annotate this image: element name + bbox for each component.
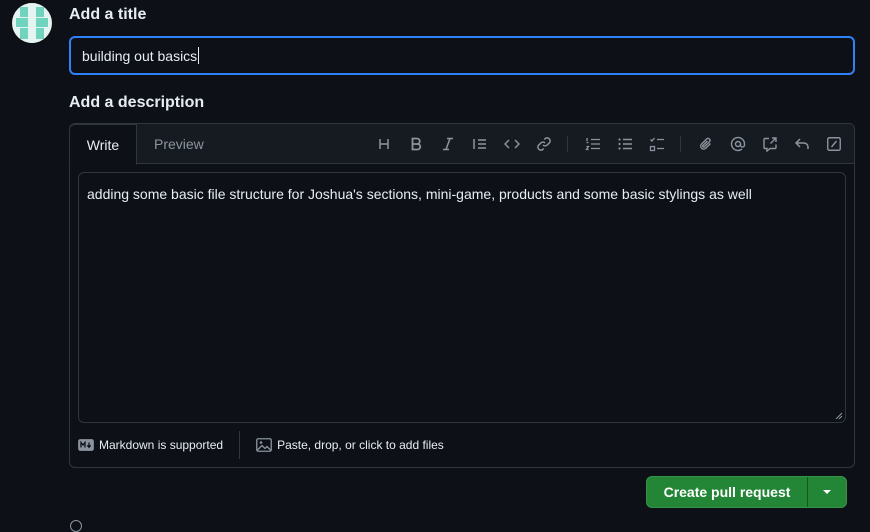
heading-icon[interactable] bbox=[374, 134, 394, 154]
resize-handle-icon[interactable] bbox=[835, 412, 843, 420]
title-heading: Add a title bbox=[69, 6, 147, 23]
tab-write[interactable]: Write bbox=[70, 124, 137, 165]
attach-icon[interactable] bbox=[696, 134, 716, 154]
footer-separator bbox=[239, 431, 241, 459]
attach-files-label: Paste, drop, or click to add files bbox=[277, 438, 444, 452]
ordered-list-icon[interactable] bbox=[583, 134, 603, 154]
description-editor: Write Preview adding some basic file str… bbox=[69, 123, 855, 468]
unordered-list-icon[interactable] bbox=[615, 134, 635, 154]
toolbar-separator bbox=[680, 136, 681, 152]
markdown-label: Markdown is supported bbox=[99, 438, 224, 452]
create-pull-request-group: Create pull request bbox=[646, 476, 847, 508]
text-caret bbox=[198, 47, 200, 64]
link-icon[interactable] bbox=[534, 134, 554, 154]
triangle-down-icon bbox=[823, 490, 831, 494]
editor-footer: Markdown is supported Paste, drop, or cl… bbox=[78, 431, 444, 459]
slash-command-icon[interactable] bbox=[824, 134, 844, 154]
image-icon bbox=[256, 438, 272, 452]
markdown-icon bbox=[78, 439, 94, 451]
quote-icon[interactable] bbox=[470, 134, 490, 154]
info-icon bbox=[70, 520, 82, 532]
editor-toolbar: Write Preview bbox=[70, 124, 854, 165]
code-icon[interactable] bbox=[502, 134, 522, 154]
bold-icon[interactable] bbox=[406, 134, 426, 154]
task-list-icon[interactable] bbox=[647, 134, 667, 154]
avatar[interactable] bbox=[12, 3, 52, 43]
markdown-note[interactable]: Markdown is supported bbox=[78, 438, 223, 452]
reference-icon[interactable] bbox=[760, 134, 780, 154]
attach-files-area[interactable]: Paste, drop, or click to add files bbox=[256, 438, 444, 452]
tab-preview[interactable]: Preview bbox=[154, 124, 204, 164]
title-input-value: building out basics bbox=[82, 47, 198, 64]
create-pull-request-button[interactable]: Create pull request bbox=[647, 477, 807, 507]
reply-icon[interactable] bbox=[792, 134, 812, 154]
description-heading: Add a description bbox=[69, 94, 205, 111]
pull-request-options-button[interactable] bbox=[808, 477, 846, 507]
description-textarea[interactable]: adding some basic file structure for Jos… bbox=[78, 172, 846, 423]
mention-icon[interactable] bbox=[728, 134, 748, 154]
toolbar-separator bbox=[567, 136, 568, 152]
title-input[interactable]: building out basics bbox=[69, 36, 855, 75]
italic-icon[interactable] bbox=[438, 134, 458, 154]
description-text: adding some basic file structure for Jos… bbox=[87, 186, 752, 202]
